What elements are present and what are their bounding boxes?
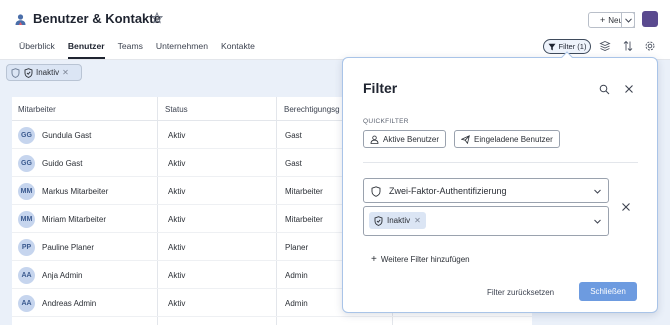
add-filter-button[interactable]: + Weitere Filter hinzufügen [371, 254, 470, 265]
close-icon[interactable] [624, 84, 634, 94]
star-icon[interactable] [151, 12, 163, 24]
tab-companies[interactable]: Unternehmen [156, 41, 208, 59]
shield-check-icon [374, 215, 383, 226]
quickfilter-invited-users-label: Eingeladene Benutzer [474, 134, 553, 144]
plus-icon: + [371, 254, 377, 265]
active-filter-bar[interactable]: Inaktiv ✕ [6, 64, 82, 81]
app-header: Benutzer & Kontakte + Neu Überblick Benu… [0, 0, 670, 60]
tab-teams[interactable]: Teams [118, 41, 143, 59]
filter-value-chip-label: Inaktiv [387, 216, 411, 225]
employee-name: Anja Admin [42, 271, 83, 280]
chevron-down-icon [624, 17, 632, 23]
employee-name: Andreas Admin [42, 299, 97, 308]
avatar: AA [18, 267, 35, 284]
chevron-down-icon [594, 219, 601, 224]
tab-users[interactable]: Benutzer [67, 41, 105, 59]
tab-bar: Überblick Benutzer Teams Unternehmen Kon… [19, 41, 268, 59]
quickfilter-active-users-button[interactable]: Aktive Benutzer [363, 130, 447, 148]
column-header-employee[interactable]: Mitarbeiter [18, 105, 56, 114]
users-icon [15, 14, 26, 25]
permission-value: Mitarbeiter [285, 215, 323, 224]
status-value: Aktiv [168, 271, 186, 280]
permission-value: Admin [285, 299, 308, 308]
filter-value-select[interactable]: Inaktiv ✕ [363, 206, 609, 236]
new-dropdown-button[interactable] [621, 12, 635, 28]
status-value: Aktiv [168, 299, 186, 308]
divider [363, 162, 638, 163]
status-value: Aktiv [168, 159, 186, 168]
quickfilter-invited-users-button[interactable]: Eingeladene Benutzer [454, 130, 560, 148]
tab-overview[interactable]: Überblick [19, 41, 55, 59]
status-value: Aktiv [168, 131, 186, 140]
filter-panel: Filter QUICKFILTER Aktive Benutzer Einge… [342, 57, 658, 313]
employee-name: Markus Mitarbeiter [42, 187, 109, 196]
tab-contacts[interactable]: Kontakte [221, 41, 255, 59]
shield-icon [11, 67, 20, 78]
close-icon[interactable]: ✕ [414, 216, 421, 225]
filter-panel-title: Filter [363, 80, 398, 96]
shield-icon [371, 186, 381, 197]
add-filter-label: Weitere Filter hinzufügen [380, 255, 470, 264]
permission-value: Gast [285, 159, 302, 168]
user-icon [370, 135, 379, 144]
employee-name: Pauline Planer [42, 243, 95, 252]
shield-check-icon [24, 67, 33, 78]
reset-filters-button[interactable]: Filter zurücksetzen [487, 288, 554, 297]
column-header-permission[interactable]: Berechtigungsg [284, 105, 340, 114]
employee-name: Miriam Mitarbeiter [42, 215, 107, 224]
permission-value: Admin [285, 271, 308, 280]
avatar: GG [18, 155, 35, 172]
user-avatar[interactable] [642, 11, 658, 27]
permission-value: Planer [285, 243, 309, 252]
employee-name: Gundula Gast [42, 131, 92, 140]
active-filter-chip-label: Inaktiv [36, 68, 60, 77]
page-title: Benutzer & Kontakte [33, 11, 161, 26]
status-value: Aktiv [168, 187, 186, 196]
filter-field-select-value: Zwei-Faktor-Authentifizierung [389, 186, 507, 196]
quickfilter-label: QUICKFILTER [363, 118, 409, 125]
chevron-down-icon [594, 189, 601, 194]
filter-value-chip[interactable]: Inaktiv ✕ [369, 212, 426, 229]
gear-icon[interactable] [644, 40, 656, 52]
status-value: Aktiv [168, 215, 186, 224]
paper-plane-icon [461, 134, 470, 144]
permission-value: Mitarbeiter [285, 187, 323, 196]
avatar: PP [18, 239, 35, 256]
filter-field-select[interactable]: Zwei-Faktor-Authentifizierung [363, 178, 609, 203]
employee-name: Guido Gast [42, 159, 83, 168]
close-icon[interactable]: ✕ [62, 68, 69, 77]
avatar: AA [18, 295, 35, 312]
avatar: GG [18, 127, 35, 144]
close-panel-button[interactable]: Schließen [579, 282, 637, 301]
status-value: Aktiv [168, 243, 186, 252]
search-icon[interactable] [599, 84, 610, 95]
quickfilter-active-users-label: Aktive Benutzer [383, 134, 440, 144]
avatar: MM [18, 211, 35, 228]
avatar: MM [18, 183, 35, 200]
column-header-status[interactable]: Status [165, 105, 188, 114]
permission-value: Gast [285, 131, 302, 140]
filter-button-label: Filter (1) [558, 42, 587, 51]
funnel-icon [548, 43, 556, 50]
plus-icon: + [600, 15, 606, 25]
stack-icon[interactable] [599, 40, 611, 52]
remove-filter-icon[interactable] [621, 202, 631, 212]
active-filter-chip[interactable]: Inaktiv ✕ [24, 67, 69, 78]
sort-icon[interactable] [622, 40, 634, 52]
